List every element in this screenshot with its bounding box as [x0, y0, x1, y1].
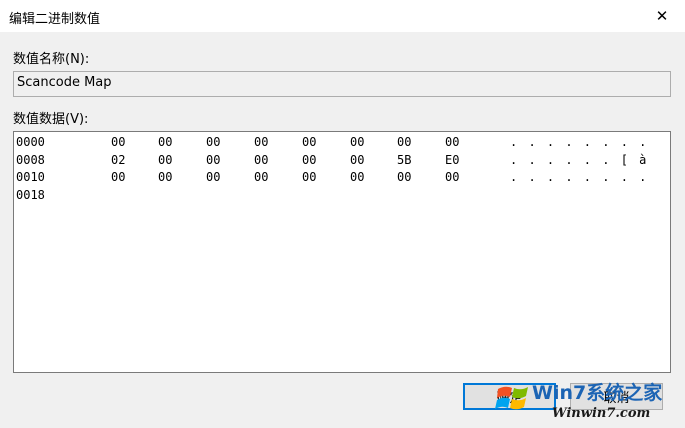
- value-data-label: 数值数据(V):: [13, 112, 89, 127]
- hex-byte[interactable]: 00: [158, 153, 172, 167]
- hex-byte[interactable]: 00: [445, 135, 459, 149]
- hex-offset: 0000: [16, 135, 45, 149]
- hex-byte[interactable]: 00: [111, 170, 125, 184]
- hex-byte[interactable]: 00: [254, 135, 268, 149]
- dialog-title: 编辑二进制数值: [9, 12, 101, 27]
- hex-byte[interactable]: 00: [254, 153, 268, 167]
- hex-byte[interactable]: 00: [206, 153, 220, 167]
- hex-row[interactable]: 0010 00 00 00 00 00 00 00 00 . . . . . . . .: [14, 170, 670, 187]
- hex-byte[interactable]: 00: [350, 153, 364, 167]
- hex-row[interactable]: 0008 02 00 00 00 00 00 5B E0 . . . . . . [ à: [14, 153, 670, 170]
- hex-ascii[interactable]: . . . . . . [ à: [510, 153, 648, 167]
- value-name-label: 数值名称(N):: [13, 52, 90, 67]
- hex-byte[interactable]: E0: [445, 153, 459, 167]
- hex-ascii[interactable]: . . . . . . . .: [510, 135, 648, 149]
- hex-byte[interactable]: 00: [206, 135, 220, 149]
- hex-byte[interactable]: 00: [302, 153, 316, 167]
- edit-binary-dialog: 编辑二进制数值 ✕ 数值名称(N): Scancode Map 数值数据(V):…: [0, 0, 685, 428]
- hex-byte[interactable]: 00: [158, 170, 172, 184]
- hex-row[interactable]: 0000 00 00 00 00 00 00 00 00. . . . . . . .: [14, 135, 670, 152]
- watermark: Win7系统之家 Winwin7.com: [492, 374, 685, 428]
- hex-byte[interactable]: 00: [350, 170, 364, 184]
- hex-offset: 0008: [16, 152, 45, 167]
- hex-offset: 0018: [16, 187, 45, 202]
- watermark-url: Winwin7.com: [552, 406, 651, 421]
- hex-byte[interactable]: 00: [206, 170, 220, 184]
- close-icon: ✕: [655, 7, 669, 25]
- hex-byte[interactable]: 00: [302, 135, 316, 149]
- windows-logo-icon: [495, 386, 528, 410]
- value-data-editor[interactable]: 0000 00 00 00 00 00 00 00 00. . . . . . . . 0008 0…: [13, 131, 671, 373]
- hex-row[interactable]: 0018: [14, 188, 670, 205]
- value-name-field[interactable]: Scancode Map: [13, 71, 671, 97]
- hex-offset: 0010: [16, 170, 45, 184]
- hex-ascii[interactable]: . . . . . . . .: [510, 170, 648, 184]
- hex-byte[interactable]: 5B: [397, 153, 411, 167]
- hex-byte[interactable]: 00: [445, 170, 459, 184]
- hex-byte[interactable]: 00: [254, 170, 268, 184]
- hex-byte[interactable]: 00: [397, 170, 411, 184]
- watermark-brand: Win7系统之家: [532, 382, 663, 404]
- hex-byte[interactable]: 00: [397, 135, 411, 149]
- hex-byte[interactable]: 00: [302, 170, 316, 184]
- title-bar: 编辑二进制数值 ✕: [0, 0, 685, 32]
- hex-byte[interactable]: 00: [111, 135, 125, 149]
- hex-byte[interactable]: 00: [350, 135, 364, 149]
- hex-byte[interactable]: 00: [158, 135, 172, 149]
- close-button[interactable]: ✕: [639, 0, 685, 32]
- hex-byte[interactable]: 02: [111, 153, 125, 167]
